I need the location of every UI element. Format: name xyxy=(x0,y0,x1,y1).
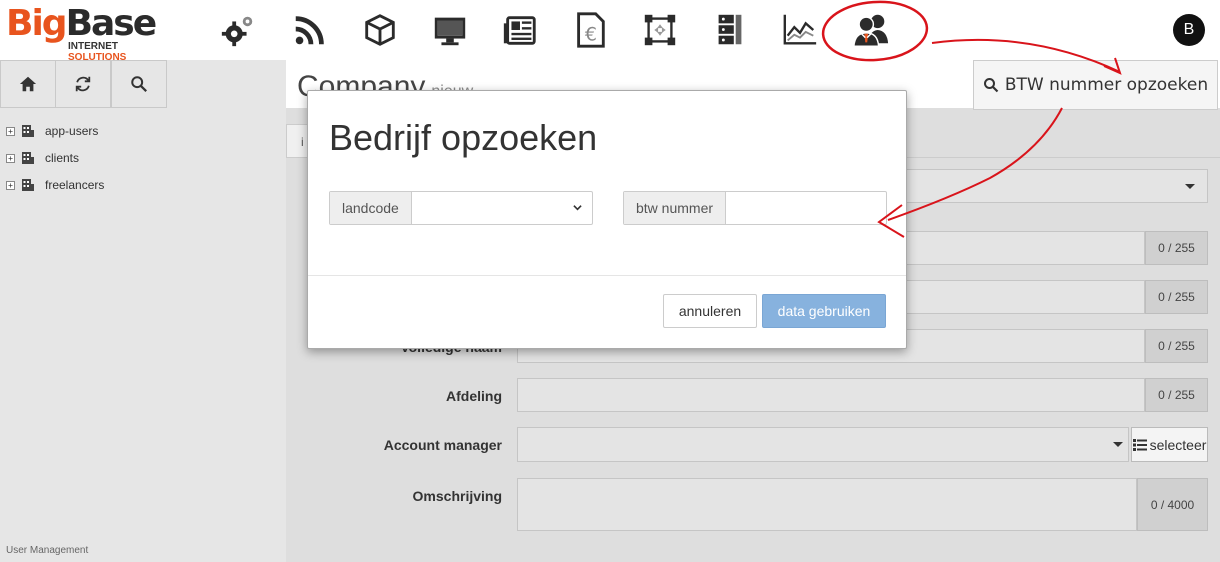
building-icon xyxy=(22,125,34,137)
list-icon xyxy=(1132,438,1147,451)
expand-icon[interactable]: + xyxy=(6,126,15,136)
btw-lookup-button[interactable]: BTW nummer opzoeken xyxy=(973,60,1218,110)
search-icon xyxy=(983,78,999,93)
btw-nummer-input[interactable] xyxy=(726,192,880,224)
char-counter: 0 / 255 xyxy=(1145,280,1208,314)
home-icon xyxy=(19,76,37,92)
building-icon xyxy=(22,179,34,191)
sidebar: + app-users + clients + freelancers xyxy=(0,60,286,562)
tree-item-clients[interactable]: + clients xyxy=(6,149,79,167)
gears-icon[interactable] xyxy=(216,8,260,52)
search-button[interactable] xyxy=(111,60,167,108)
bedrijf-opzoeken-modal: Bedrijf opzoeken landcode btw nummer ann… xyxy=(307,90,907,349)
account-manager-select[interactable] xyxy=(517,427,1129,462)
landcode-select[interactable] xyxy=(411,192,590,224)
tree-item-freelancers[interactable]: + freelancers xyxy=(6,176,104,194)
box-icon[interactable] xyxy=(358,8,402,52)
landcode-input-group: landcode xyxy=(329,191,593,225)
use-data-button[interactable]: data gebruiken xyxy=(762,294,886,328)
expand-icon[interactable]: + xyxy=(6,153,15,163)
building-icon xyxy=(22,152,34,164)
users-icon[interactable] xyxy=(849,8,893,52)
char-counter: 0 / 255 xyxy=(1145,231,1208,265)
tab-info[interactable]: i xyxy=(286,124,308,158)
footer-module-name: User Management xyxy=(6,545,89,556)
euro-document-icon[interactable]: € xyxy=(568,8,612,52)
expand-icon[interactable]: + xyxy=(6,180,15,190)
svg-text:€: € xyxy=(585,23,597,45)
line-chart-icon[interactable] xyxy=(778,8,822,52)
dropdown-arrow-icon xyxy=(1185,184,1195,189)
landcode-label: landcode xyxy=(330,192,412,224)
account-manager-label: Account manager xyxy=(383,437,502,453)
newspaper-icon[interactable] xyxy=(498,8,542,52)
omschrijving-textarea[interactable] xyxy=(517,478,1137,531)
afdeling-label: Afdeling xyxy=(446,388,502,404)
selecteer-button[interactable]: selecteer xyxy=(1131,427,1208,462)
char-counter: 0 / 255 xyxy=(1145,378,1208,412)
cancel-button[interactable]: annuleren xyxy=(663,294,757,328)
btw-input-group: btw nummer xyxy=(623,191,887,225)
dropdown-arrow-icon xyxy=(1113,442,1123,447)
char-counter: 0 / 255 xyxy=(1145,329,1208,363)
rss-icon[interactable] xyxy=(288,8,332,52)
chevron-down-icon xyxy=(573,205,582,211)
user-avatar[interactable]: B xyxy=(1173,14,1205,46)
tree-item-app-users[interactable]: + app-users xyxy=(6,122,98,140)
monitor-icon[interactable] xyxy=(428,8,472,52)
afdeling-input[interactable] xyxy=(517,378,1145,412)
btw-nummer-label: btw nummer xyxy=(624,192,727,224)
char-counter: 0 / 4000 xyxy=(1137,478,1208,531)
crop-icon[interactable] xyxy=(638,8,682,52)
server-icon[interactable] xyxy=(708,8,752,52)
modal-footer-divider xyxy=(308,275,906,276)
bigbase-logo[interactable]: BigBase INTERNET SOLUTIONS xyxy=(6,4,162,64)
search-icon xyxy=(131,76,147,92)
refresh-button[interactable] xyxy=(55,60,111,108)
omschrijving-label: Omschrijving xyxy=(412,488,502,504)
top-navbar: BigBase INTERNET SOLUTIONS € B xyxy=(0,0,1220,64)
refresh-icon xyxy=(75,76,91,92)
modal-title: Bedrijf opzoeken xyxy=(329,117,598,158)
home-button[interactable] xyxy=(0,60,56,108)
